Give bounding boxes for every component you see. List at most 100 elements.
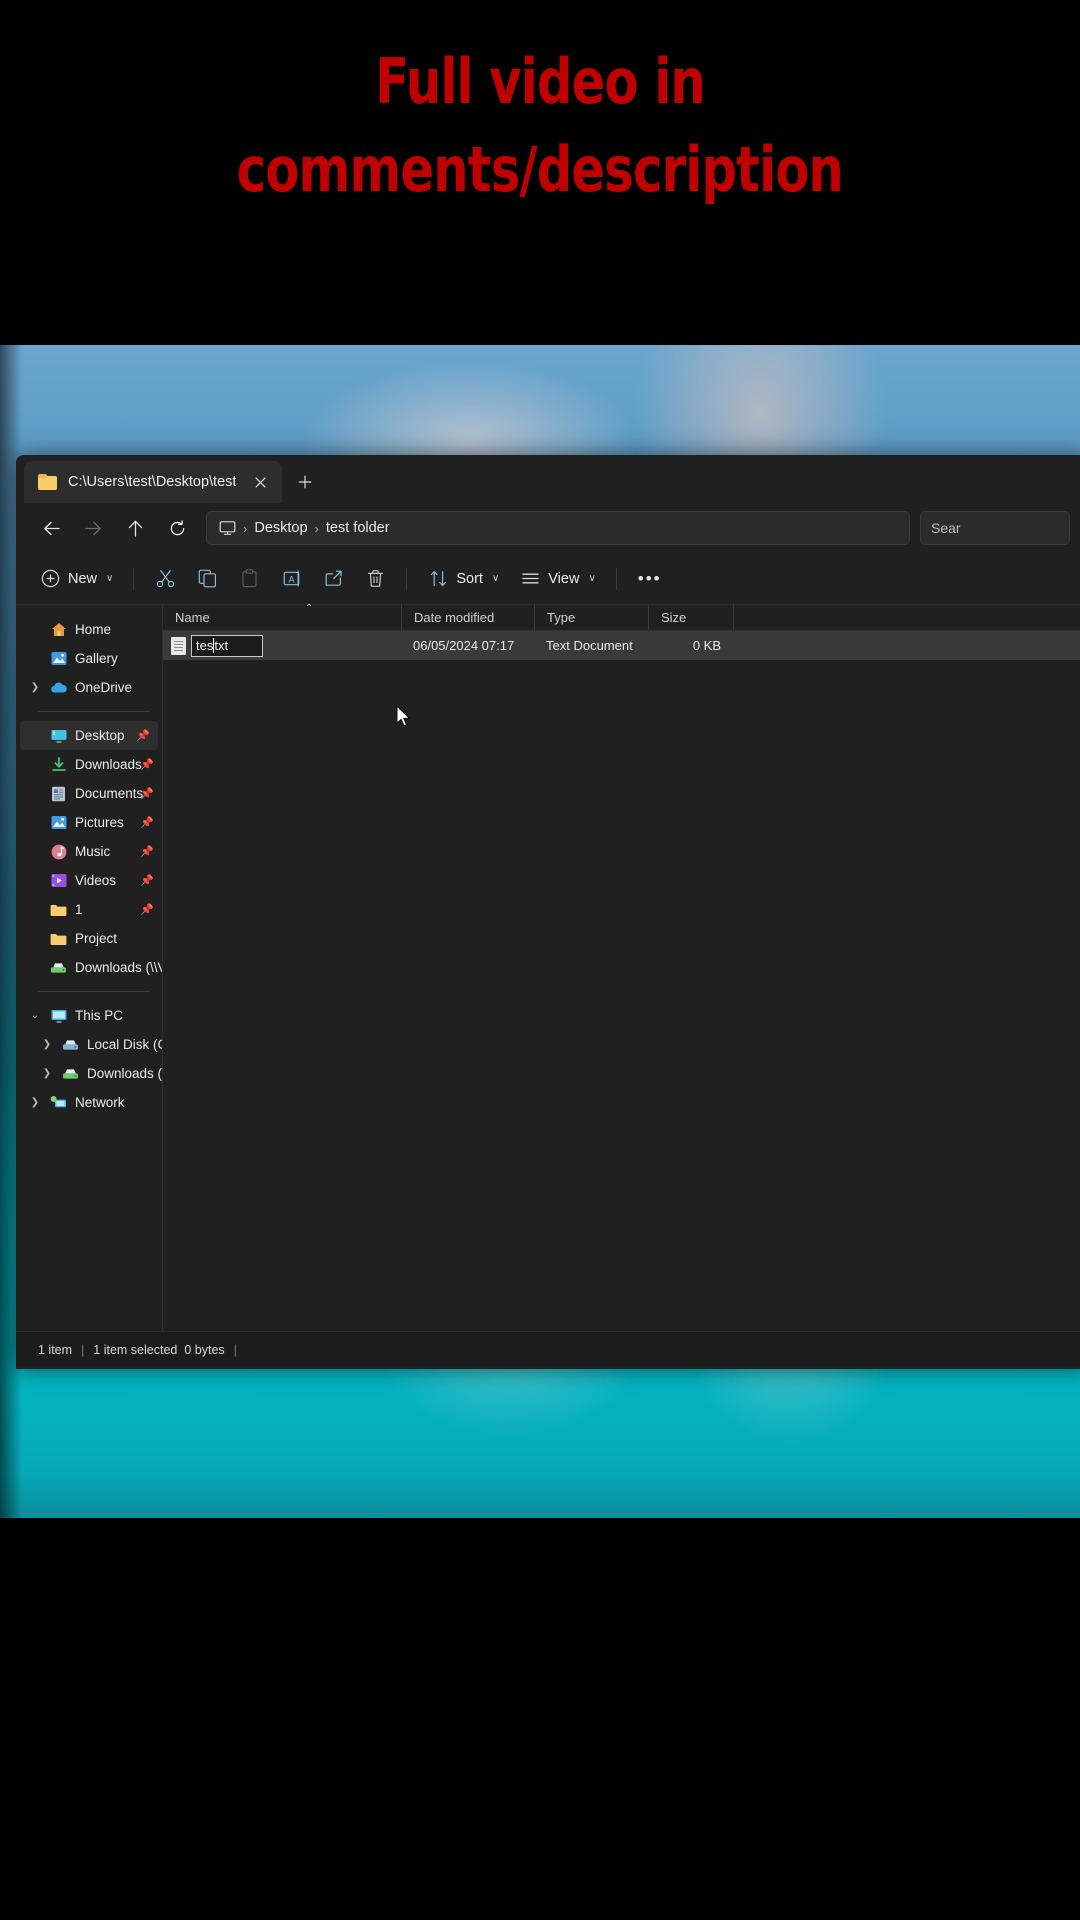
sidebar-item-home[interactable]: Home — [16, 615, 162, 644]
rename-text-after-caret: txt — [214, 638, 229, 653]
trash-icon — [364, 568, 386, 590]
cut-button[interactable] — [145, 562, 185, 596]
tab-title: C:\Users\test\Desktop\test fol — [68, 474, 236, 490]
toolbar-divider-1 — [133, 567, 135, 590]
monitor-icon[interactable] — [219, 520, 236, 536]
sidebar-item-downloads[interactable]: Downloads 📌 — [16, 750, 162, 779]
sidebar-item-label: Documents — [75, 786, 144, 801]
chevron-down-icon: ∨ — [588, 573, 596, 584]
mouse-pointer-icon — [396, 704, 412, 729]
sidebar-item-project[interactable]: Project — [16, 924, 162, 953]
file-date-cell: 06/05/2024 07:17 — [413, 638, 515, 653]
sidebar-item-this-pc[interactable]: ⌄ This PC — [16, 1001, 162, 1030]
list-lines-icon — [519, 568, 541, 590]
search-input[interactable]: Sear — [920, 511, 1070, 545]
status-item-count: 1 item — [38, 1342, 73, 1357]
file-size-cell: 0 KB — [692, 638, 721, 653]
column-header-type[interactable]: Type — [534, 604, 648, 631]
chevron-right-icon[interactable]: ❯ — [28, 1097, 42, 1108]
text-file-icon — [171, 636, 186, 655]
file-type-cell: Text Document — [546, 638, 633, 653]
navigation-pane: Home Gallery ❯ OneDrive Desktop 📌 Downlo… — [16, 605, 162, 1331]
sidebar-item-folder-1[interactable]: 1 📌 — [16, 895, 162, 924]
breadcrumb-item-desktop[interactable]: Desktop — [254, 520, 307, 536]
new-button[interactable]: New ∨ — [30, 562, 122, 596]
downloads-icon — [50, 756, 67, 773]
pin-icon[interactable]: 📌 — [140, 758, 154, 771]
sort-ascending-caret-icon: ⌃ — [305, 603, 314, 614]
breadcrumb-item-test-folder[interactable]: test folder — [326, 520, 390, 536]
sidebar-item-documents[interactable]: Documents 📌 — [16, 779, 162, 808]
up-button[interactable] — [114, 511, 156, 545]
status-bar: 1 item | 1 item selected 0 bytes | — [16, 1331, 1080, 1367]
pin-icon[interactable]: 📌 — [140, 874, 154, 887]
status-selection-size: 0 bytes — [184, 1342, 225, 1357]
pin-icon[interactable]: 📌 — [140, 787, 154, 800]
sidebar-divider-2 — [38, 991, 150, 992]
onedrive-icon — [50, 679, 67, 696]
chevron-right-icon[interactable]: ❯ — [40, 1068, 54, 1079]
sort-button[interactable]: Sort ∨ — [418, 562, 508, 596]
rename-input[interactable]: tes txt — [191, 634, 263, 657]
pin-icon[interactable]: 📌 — [136, 729, 150, 742]
pin-icon[interactable]: 📌 — [140, 816, 154, 829]
breadcrumb[interactable]: › Desktop › test folder — [206, 511, 910, 545]
column-header-label: Type — [547, 610, 576, 625]
column-header-name[interactable]: Name ⌃ — [163, 603, 401, 631]
refresh-button[interactable] — [156, 511, 198, 545]
documents-icon — [50, 785, 67, 802]
file-name-cell[interactable]: tes txt — [163, 631, 401, 660]
sidebar-item-label: Videos — [75, 873, 117, 888]
sidebar-item-label: Downloads (\\VBox — [75, 960, 162, 975]
share-button[interactable] — [313, 562, 353, 596]
command-bar: New ∨ A Sort ∨ View ∨ ••• — [16, 553, 1080, 605]
forward-button[interactable] — [72, 511, 114, 545]
table-row[interactable]: tes txt 06/05/2024 07:17 Text Document 0 … — [163, 631, 1080, 660]
column-header-label: Size — [661, 610, 687, 625]
back-button[interactable] — [30, 511, 72, 545]
sidebar-item-videos[interactable]: Videos 📌 — [16, 866, 162, 895]
copy-button[interactable] — [187, 562, 227, 596]
close-icon[interactable] — [246, 468, 274, 496]
sidebar-item-gallery[interactable]: Gallery — [16, 644, 162, 673]
pin-icon[interactable]: 📌 — [140, 903, 154, 916]
pin-icon[interactable]: 📌 — [140, 845, 154, 858]
sidebar-divider-1 — [38, 711, 150, 712]
rename-button[interactable]: A — [271, 562, 311, 596]
explorer-tab[interactable]: C:\Users\test\Desktop\test fol — [24, 461, 282, 503]
sidebar-item-local-disk-c[interactable]: ❯ Local Disk (C:) — [16, 1030, 162, 1059]
plus-circle-icon — [39, 568, 61, 590]
desktop-icon — [50, 727, 67, 744]
breadcrumb-sep-2: › — [314, 520, 319, 536]
new-tab-button[interactable] — [288, 465, 322, 499]
file-list-pane: Name ⌃ Date modified Type Size tes txt 0… — [162, 603, 1080, 1331]
sidebar-item-desktop[interactable]: Desktop 📌 — [20, 721, 158, 750]
music-icon — [50, 843, 67, 860]
status-separator-2: | — [233, 1342, 237, 1357]
column-header-label: Date modified — [414, 610, 495, 625]
chevron-right-icon[interactable]: ❯ — [40, 1039, 54, 1050]
column-header-date-modified[interactable]: Date modified — [401, 604, 534, 631]
see-more-button[interactable]: ••• — [628, 569, 672, 589]
home-icon — [50, 621, 67, 638]
chevron-down-icon[interactable]: ⌄ — [28, 1010, 42, 1021]
view-button[interactable]: View ∨ — [510, 562, 605, 596]
sidebar-item-label: OneDrive — [75, 680, 133, 695]
sidebar-item-label: Pictures — [75, 815, 124, 830]
sort-button-label: Sort — [456, 570, 483, 587]
sidebar-item-onedrive[interactable]: ❯ OneDrive — [16, 673, 162, 702]
chevron-right-icon[interactable]: ❯ — [28, 682, 42, 693]
view-button-label: View — [548, 570, 580, 587]
banner-line-1: Full video in — [375, 45, 706, 118]
pictures-icon — [50, 814, 67, 831]
delete-button[interactable] — [355, 562, 395, 596]
share-icon — [322, 568, 344, 590]
folder-icon — [50, 901, 67, 918]
network-drive-icon — [62, 1065, 79, 1082]
sidebar-item-music[interactable]: Music 📌 — [16, 837, 162, 866]
sidebar-item-pictures[interactable]: Pictures 📌 — [16, 808, 162, 837]
sidebar-item-network-downloads-2[interactable]: ❯ Downloads (\\VBo — [16, 1059, 162, 1088]
sidebar-item-network[interactable]: ❯ Network — [16, 1088, 162, 1117]
sidebar-item-network-downloads[interactable]: Downloads (\\VBox — [16, 953, 162, 982]
column-header-size[interactable]: Size — [648, 604, 733, 631]
